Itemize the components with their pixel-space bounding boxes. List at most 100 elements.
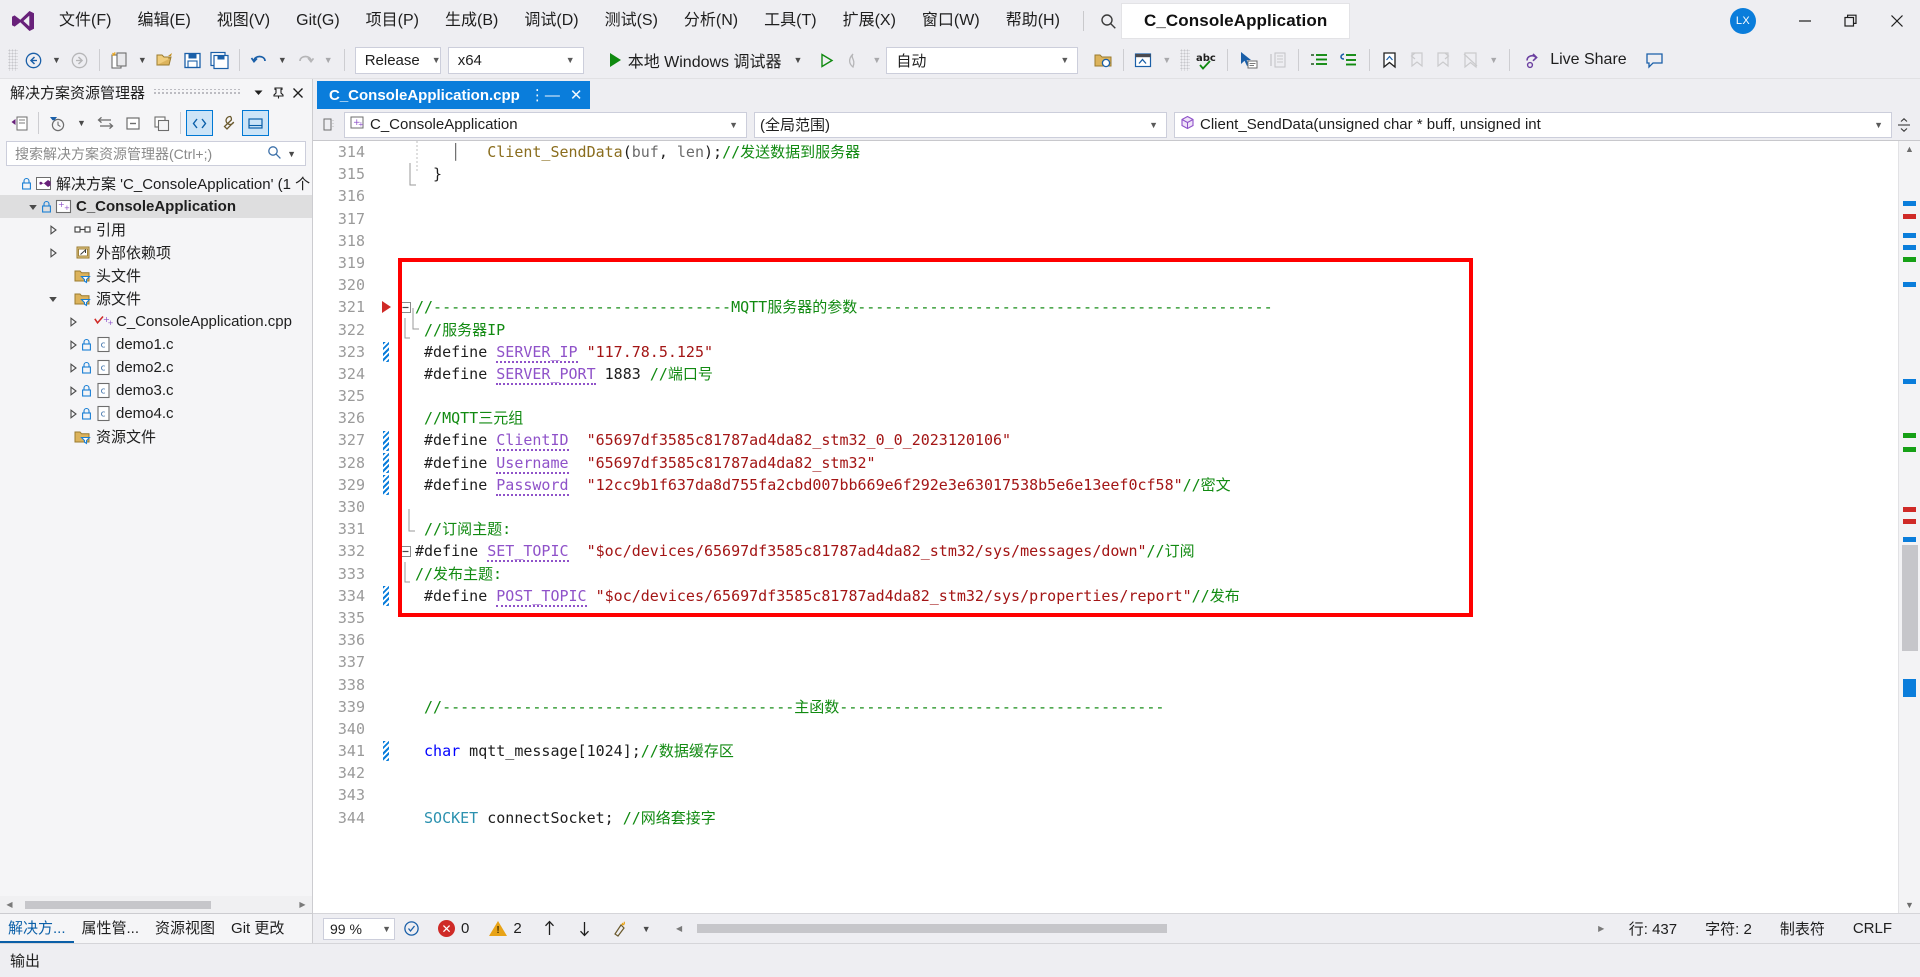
code-line[interactable]: 326 //MQTT三元组 <box>313 407 1898 429</box>
code-line[interactable]: 339 //----------------------------------… <box>313 696 1898 718</box>
hot-reload-button[interactable] <box>840 45 867 75</box>
hscroll-thumb[interactable] <box>696 924 1167 933</box>
indent-block-button[interactable] <box>1263 45 1292 75</box>
code-line[interactable]: 316 <box>313 185 1898 207</box>
code-line[interactable]: 321 //---------------------------------MQ… <box>313 296 1898 318</box>
code-line[interactable]: 344 SOCKET connectSocket; //网络套接字 <box>313 807 1898 829</box>
chevron-down-icon[interactable] <box>46 287 60 310</box>
chevron-right-icon[interactable] <box>46 218 60 241</box>
solution-configuration-select[interactable]: Release ▼ <box>354 46 441 74</box>
previous-bookmark-button[interactable] <box>1403 45 1430 75</box>
chevron-down-icon[interactable]: ▼ <box>1145 120 1162 130</box>
next-bookmark-button[interactable] <box>1430 45 1457 75</box>
code-line[interactable]: 325 <box>313 385 1898 407</box>
code-line[interactable]: 334 #define POST_TOPIC "$oc/devices/6569… <box>313 585 1898 607</box>
code-line[interactable]: 329 #define Password "12cc9b1f637da8d755… <box>313 474 1898 496</box>
bookmarks-dropdown[interactable]: ▼ <box>1484 55 1503 65</box>
change-marker[interactable] <box>375 341 397 362</box>
intellicode-button[interactable] <box>1234 45 1263 75</box>
code-viewport[interactable]: 314 │ Client_SendData(buf, len);//发送数据到服… <box>313 141 1898 913</box>
menu-extensions[interactable]: 扩展(X) <box>830 0 909 42</box>
new-project-dropdown[interactable]: ▼ <box>133 55 152 65</box>
tab-resource-view[interactable]: 资源视图 <box>147 914 223 943</box>
tree-item[interactable]: 引用 <box>0 218 312 241</box>
code-line[interactable]: 324 #define SERVER_PORT 1883 //端口号 <box>313 363 1898 385</box>
nav-project-select[interactable]: + + C_ConsoleApplication ▼ <box>344 111 747 138</box>
pin-panel-button[interactable] <box>268 82 288 104</box>
scroll-right-icon[interactable]: ▶ <box>1594 921 1609 936</box>
restore-button[interactable] <box>1828 0 1874 42</box>
chevron-right-icon[interactable] <box>66 310 80 333</box>
chevron-down-icon[interactable]: ▼ <box>725 120 742 130</box>
scroll-left-icon[interactable]: ◀ <box>672 921 687 936</box>
menu-analyze[interactable]: 分析(N) <box>671 0 751 42</box>
chevron-down-icon[interactable]: ▼ <box>1870 120 1887 130</box>
chevron-down-icon[interactable]: ▼ <box>382 924 391 934</box>
collapse-region-icon[interactable] <box>397 301 413 313</box>
navigate-backward-dropdown[interactable]: ▼ <box>47 55 66 65</box>
code-line[interactable]: 340 <box>313 718 1898 740</box>
avatar[interactable]: LX <box>1730 8 1756 34</box>
menu-debug[interactable]: 调试(D) <box>511 0 591 42</box>
debug-target-select[interactable]: 自动 ▼ <box>886 46 1079 74</box>
tab-property-manager[interactable]: 属性管... <box>74 914 148 943</box>
code-line[interactable]: 332 #define SET_TOPIC "$oc/devices/65697d… <box>313 540 1898 563</box>
start-debugging-button[interactable]: 本地 Windows 调试器 ▼ <box>602 45 814 75</box>
menu-edit[interactable]: 编辑(E) <box>124 0 203 42</box>
properties-wrench-icon[interactable] <box>214 110 241 136</box>
chevron-right-icon[interactable] <box>66 379 80 402</box>
code-line[interactable]: 338 <box>313 674 1898 696</box>
solution-explorer-hscrollbar[interactable]: ◀ ▶ <box>0 896 312 913</box>
new-window-dropdown[interactable]: ▼ <box>1157 55 1176 65</box>
output-panel-header[interactable]: 输出 <box>0 943 1920 977</box>
code-line[interactable]: 341 char mqtt_message[1024];//数据缓存区 <box>313 740 1898 762</box>
menu-view[interactable]: 视图(V) <box>204 0 283 42</box>
chevron-right-icon[interactable] <box>46 241 60 264</box>
feedback-button[interactable] <box>1641 45 1668 75</box>
code-line[interactable]: 333 //发布主题: <box>313 562 1898 585</box>
redo-dropdown[interactable]: ▼ <box>319 55 338 65</box>
code-line[interactable]: 331 //订阅主题: <box>313 518 1898 540</box>
code-line[interactable]: 336 <box>313 629 1898 651</box>
navbar-expand-button[interactable] <box>1892 117 1916 132</box>
code-line[interactable]: 330 <box>313 496 1898 518</box>
code-lines[interactable]: 314 │ Client_SendData(buf, len);//发送数据到服… <box>313 141 1898 829</box>
save-button[interactable] <box>179 45 206 75</box>
hscroll-track[interactable] <box>687 923 1594 934</box>
navbar-grip[interactable] <box>317 112 341 138</box>
panel-drag-grip[interactable] <box>153 89 240 96</box>
code-line[interactable]: 335 <box>313 607 1898 629</box>
tree-item[interactable]: ++C_ConsoleApplication.cpp <box>0 310 312 333</box>
toggle-bookmark-button[interactable] <box>1376 45 1403 75</box>
chevron-down-icon[interactable]: ▼ <box>789 55 808 65</box>
collapse-all-icon[interactable] <box>120 110 147 136</box>
tree-item[interactable]: 资源文件 <box>0 425 312 448</box>
code-line[interactable]: 319 <box>313 252 1898 274</box>
code-line[interactable]: 317 <box>313 208 1898 230</box>
tree-item[interactable]: 外部依赖项 <box>0 241 312 264</box>
close-button[interactable] <box>1874 0 1920 42</box>
save-all-button[interactable] <box>206 45 233 75</box>
undo-button[interactable] <box>246 45 273 75</box>
menu-test[interactable]: 测试(S) <box>592 0 671 42</box>
chevron-down-icon[interactable]: ▼ <box>554 55 579 65</box>
open-file-button[interactable] <box>152 45 179 75</box>
select-process-button[interactable] <box>1090 45 1117 75</box>
chevron-down-icon[interactable] <box>26 195 40 218</box>
nav-member-select[interactable]: Client_SendData(unsigned char * buff, un… <box>1174 111 1892 138</box>
spell-check-button[interactable]: abc <box>1192 45 1221 75</box>
code-line[interactable]: 337 <box>313 651 1898 673</box>
navigate-forward-button[interactable] <box>66 45 93 75</box>
change-marker[interactable] <box>375 741 397 762</box>
scroll-left-icon[interactable]: ◀ <box>2 897 17 912</box>
start-without-debugging-button[interactable] <box>813 45 840 75</box>
warning-count[interactable]: 2 <box>479 920 531 937</box>
scroll-down-icon[interactable]: ▼ <box>1899 897 1920 913</box>
scroll-right-icon[interactable]: ▶ <box>295 897 310 912</box>
tree-item[interactable]: 解决方案 'C_ConsoleApplication' (1 个 <box>0 172 312 195</box>
hscroll-thumb[interactable] <box>25 901 211 909</box>
tree-item[interactable]: c demo1.c <box>0 333 312 356</box>
tree-item[interactable]: + + C_ConsoleApplication <box>0 195 312 218</box>
bookmark-glyph-icon[interactable] <box>375 301 397 314</box>
minimize-button[interactable] <box>1782 0 1828 42</box>
